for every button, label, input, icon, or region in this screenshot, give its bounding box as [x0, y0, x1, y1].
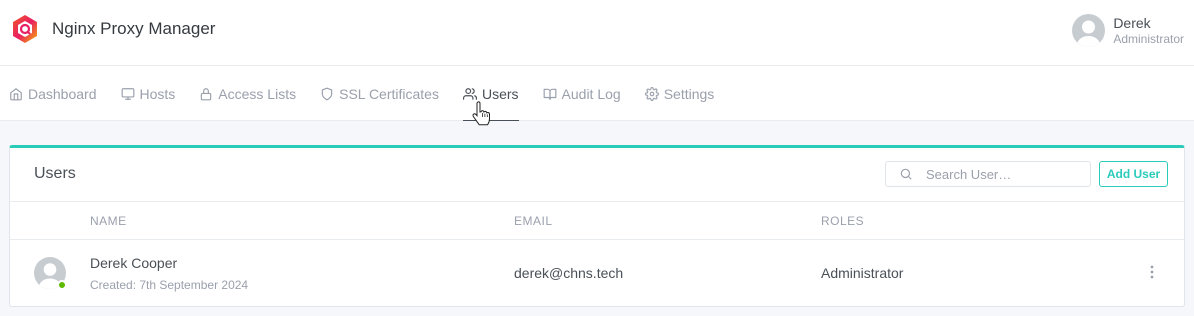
- lock-icon: [201, 87, 212, 100]
- nav-hosts[interactable]: Hosts: [121, 66, 176, 121]
- add-user-button[interactable]: Add User: [1099, 161, 1168, 187]
- nav-ssl-certificates[interactable]: SSL Certificates: [320, 66, 439, 121]
- nav-settings[interactable]: Settings: [644, 66, 715, 121]
- user-role: Administrator: [821, 265, 904, 281]
- avatar: [1072, 14, 1106, 47]
- main-nav: Dashboard Hosts Access Lists SSL Certifi…: [0, 66, 1194, 121]
- user-menu[interactable]: Derek Administrator: [1072, 14, 1184, 47]
- nav-dashboard-label: Dashboard: [28, 85, 97, 102]
- nav-users-label: Users: [481, 85, 519, 102]
- nav-settings-label: Settings: [663, 85, 715, 102]
- book-icon: [543, 88, 556, 100]
- current-user-role: Administrator: [1113, 31, 1184, 46]
- search-box[interactable]: [885, 161, 1091, 187]
- brand[interactable]: Nginx Proxy Manager: [10, 14, 215, 44]
- column-header-name: NAME: [90, 214, 127, 228]
- card-header: Users Add User: [10, 148, 1184, 202]
- table-header: NAME EMAIL ROLES: [10, 202, 1184, 240]
- search-icon: [900, 168, 912, 180]
- header: Nginx Proxy Manager Derek Administrator: [0, 0, 1194, 66]
- nav-dashboard[interactable]: Dashboard: [9, 66, 97, 121]
- table-row: Derek Cooper Created: 7th September 2024…: [10, 240, 1184, 307]
- pointer-cursor-icon: [472, 101, 490, 126]
- nav-access-lists[interactable]: Access Lists: [199, 66, 296, 121]
- nav-ssl-certificates-label: SSL Certificates: [339, 85, 439, 102]
- shield-icon: [321, 87, 333, 100]
- users-icon: [462, 87, 477, 100]
- column-header-roles: ROLES: [821, 214, 865, 228]
- nav-hosts-label: Hosts: [139, 85, 176, 102]
- users-card: Users Add User NAME EMAIL ROLES Derek Co…: [9, 145, 1185, 307]
- card-title: Users: [34, 165, 76, 182]
- nav-access-lists-label: Access Lists: [218, 85, 297, 102]
- nav-audit-log[interactable]: Audit Log: [543, 66, 621, 121]
- user-name: Derek Cooper: [90, 255, 178, 271]
- search-input[interactable]: [926, 166, 1076, 182]
- app-title: Nginx Proxy Manager: [52, 19, 216, 38]
- user-email: derek@chns.tech: [514, 265, 624, 281]
- nav-audit-log-label: Audit Log: [561, 85, 621, 102]
- current-user-name: Derek: [1113, 14, 1151, 31]
- user-silhouette-icon: [1077, 20, 1101, 47]
- more-vertical-icon[interactable]: [1144, 262, 1160, 282]
- home-icon: [10, 87, 22, 100]
- column-header-email: EMAIL: [514, 214, 553, 228]
- online-status-dot: [57, 280, 67, 290]
- monitor-icon: [121, 87, 134, 100]
- user-created-date: Created: 7th September 2024: [90, 278, 249, 292]
- app-logo-icon: [13, 15, 37, 43]
- gear-icon: [644, 86, 659, 101]
